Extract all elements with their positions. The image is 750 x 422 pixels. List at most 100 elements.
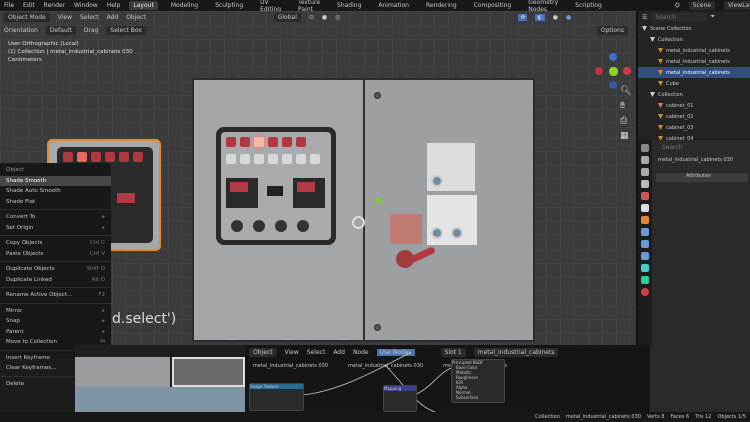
proportional-icon[interactable]: ◎ (335, 14, 340, 21)
attributes-panel[interactable]: Attributes (656, 173, 748, 182)
scene-tab-icon[interactable] (641, 192, 649, 200)
output-tab-icon[interactable] (641, 168, 649, 176)
outliner-item[interactable]: Scene Collection (638, 23, 750, 34)
camera-icon[interactable]: ⎙ (620, 114, 631, 129)
outliner-item[interactable]: cabinet_02 (638, 111, 750, 122)
mapping-node[interactable]: Mapping (383, 385, 417, 412)
outliner-item[interactable]: cabinet_03 (638, 122, 750, 133)
outliner-item[interactable]: metal_industrial_cabinets (638, 45, 750, 56)
menu-item[interactable]: Mirror ▸ (0, 306, 111, 317)
tab-modeling[interactable]: Modeling (167, 1, 202, 10)
node-socket[interactable]: Subsurface (452, 395, 504, 400)
data-tab-icon[interactable] (641, 276, 649, 284)
cabinet-object[interactable] (192, 78, 535, 342)
menu-item-label: Shade Auto Smooth (6, 188, 61, 195)
menu-item[interactable]: Duplicate Objects Shift D (0, 264, 111, 275)
menu-item[interactable]: Paste Objects Ctrl V (0, 249, 111, 260)
outliner-item[interactable]: Collection (638, 89, 750, 100)
tab-compositing[interactable]: Compositing (470, 1, 516, 10)
image-editor[interactable] (75, 345, 245, 412)
render-tab-icon[interactable] (641, 156, 649, 164)
menu-item[interactable]: Shade Flat (0, 197, 111, 208)
tab-rendering[interactable]: Rendering (422, 1, 461, 10)
orientation-select[interactable]: Default (45, 25, 76, 35)
overlay-toggle-icon[interactable]: ◐ (535, 13, 545, 21)
tool-tab-icon[interactable] (641, 144, 649, 152)
axis-y-icon[interactable] (609, 67, 618, 76)
outliner-search[interactable]: Search (651, 12, 707, 22)
menu-item[interactable]: Set Origin ▸ (0, 223, 111, 234)
tab-shading[interactable]: Shading (333, 1, 365, 10)
pivot-icon[interactable]: ⊙ (309, 14, 314, 21)
menu-add[interactable]: Add (107, 14, 119, 21)
material-tab-icon[interactable] (641, 288, 649, 296)
shader-node-editor[interactable]: Object View Select Add Node Use Nodes Sl… (245, 345, 650, 412)
menu-item-shortcut: ▸ (102, 224, 105, 231)
physics-tab-icon[interactable] (641, 252, 649, 260)
orientation-label: Orientation (4, 26, 38, 34)
gizmo-toggle-icon[interactable]: ✥ (518, 13, 528, 21)
menu-item[interactable]: Shade Auto Smooth (0, 186, 111, 197)
axis-neg-x-icon[interactable] (595, 67, 603, 75)
drag-select[interactable]: Select Box (106, 25, 146, 35)
outliner-item[interactable]: Cube (638, 78, 750, 89)
menu-item[interactable]: Snap ▸ (0, 316, 111, 327)
transform-orientation[interactable]: Global (273, 12, 301, 22)
tab-animation[interactable]: Animation (374, 1, 413, 10)
menu-item[interactable]: Duplicate Linked Alt D (0, 275, 111, 286)
world-tab-icon[interactable] (641, 204, 649, 212)
principled-bsdf-node[interactable]: Principled BSDF Base Color Metallic Roughn… (451, 359, 505, 403)
shading-solid-icon[interactable]: ● (553, 14, 558, 21)
outliner-item[interactable]: cabinet_01 (638, 100, 750, 111)
warning-label (390, 214, 422, 244)
particles-tab-icon[interactable] (641, 240, 649, 248)
snap-icon[interactable]: ● (322, 14, 327, 21)
pan-hand-icon[interactable]: ✋︎ (620, 99, 631, 114)
menu-window[interactable]: Window (74, 2, 98, 9)
menu-item[interactable]: Rename Active Object... F2 (0, 290, 111, 301)
shading-material-icon[interactable]: ● (566, 14, 571, 21)
menu-item[interactable]: Convert To ▸ (0, 212, 111, 223)
properties-search[interactable]: Search (658, 143, 708, 152)
axis-z-icon[interactable] (609, 53, 617, 61)
tab-layout[interactable]: Layout (129, 1, 158, 10)
modifier-tab-icon[interactable] (641, 228, 649, 236)
outliner-item[interactable]: Collection (638, 34, 750, 45)
outliner-item-label: cabinet_03 (666, 124, 694, 131)
display-mode-icon[interactable]: ☰ (642, 14, 647, 21)
axis-neg-z-icon[interactable] (609, 81, 617, 89)
menu-file[interactable]: File (4, 2, 14, 9)
menu-item-shortcut: ▸ (102, 318, 105, 325)
grid-ortho-icon[interactable]: ▦ (620, 129, 631, 144)
menu-item[interactable]: Shade Smooth (0, 175, 111, 186)
object-tab-icon[interactable] (641, 216, 649, 224)
scene-selector[interactable]: Scene (688, 1, 715, 10)
outliner[interactable]: ☰ Search ⏷ Scene Collection Collection met… (636, 11, 750, 153)
menu-item[interactable]: Copy Objects Ctrl C (0, 238, 111, 249)
outliner-item[interactable]: metal_industrial_cabinets (638, 56, 750, 67)
menu-help[interactable]: Help (107, 2, 121, 9)
menu-object[interactable]: Object (126, 14, 146, 21)
outliner-item[interactable]: metal_industrial_cabinets (638, 67, 750, 78)
axis-x-icon[interactable] (623, 67, 631, 75)
filter-icon[interactable]: ⏷ (710, 13, 715, 21)
view-layer-selector[interactable]: ViewLayer (723, 1, 750, 10)
menu-render[interactable]: Render (44, 2, 65, 9)
menu-item[interactable]: Parent ▸ (0, 327, 111, 338)
object-name: metal_industrial_cabinets 030 (658, 157, 734, 163)
tab-sculpting[interactable]: Sculpting (211, 1, 247, 10)
mode-selector[interactable]: Object Mode (4, 12, 50, 22)
properties-editor[interactable]: Search metal_industrial_cabinets 030 Att… (636, 140, 750, 345)
menu-select[interactable]: Select (80, 14, 99, 21)
menu-view[interactable]: View (58, 14, 72, 21)
menu-edit[interactable]: Edit (23, 2, 35, 9)
3d-cursor-icon[interactable] (352, 216, 365, 229)
constraints-tab-icon[interactable] (641, 264, 649, 272)
node-links (302, 352, 456, 412)
zoom-icon[interactable]: 🔍︎ (620, 84, 631, 99)
tab-scripting[interactable]: Scripting (571, 1, 606, 10)
options-button[interactable]: Options (596, 25, 628, 35)
image-texture-node[interactable]: Image Texture (249, 383, 304, 411)
menu-separator (0, 235, 111, 236)
view-layer-tab-icon[interactable] (641, 180, 649, 188)
